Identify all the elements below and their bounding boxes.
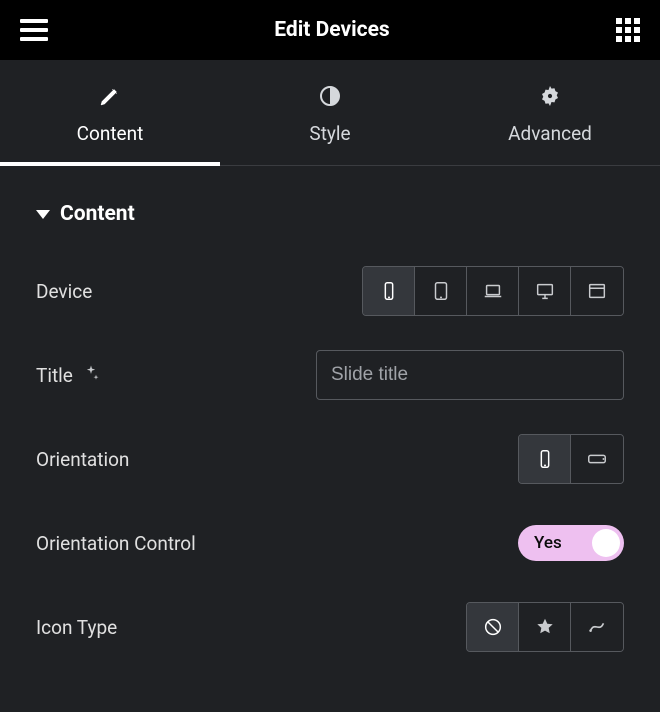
tab-label: Style: [309, 122, 350, 145]
icon-type-lottie[interactable]: [571, 603, 623, 651]
window-icon: [586, 280, 608, 302]
label-device: Device: [36, 280, 92, 303]
orientation-control-toggle[interactable]: Yes: [518, 525, 624, 561]
tab-label: Content: [77, 122, 144, 145]
title-input[interactable]: [316, 350, 624, 400]
tab-advanced[interactable]: Advanced: [440, 60, 660, 165]
device-laptop[interactable]: [467, 267, 519, 315]
label-orientation-control: Orientation Control: [36, 532, 196, 555]
gear-icon: [538, 84, 562, 108]
section-toggle[interactable]: Content: [36, 202, 624, 226]
row-device: Device: [36, 266, 624, 316]
row-title: Title: [36, 350, 624, 400]
label-icon-type: Icon Type: [36, 616, 117, 639]
lottie-icon: [586, 616, 608, 638]
section-title: Content: [60, 202, 135, 226]
desktop-icon: [534, 280, 556, 302]
apps-grid-icon[interactable]: [616, 18, 640, 42]
tablet-icon: [430, 280, 452, 302]
icon-type-options: [466, 602, 624, 652]
tab-label: Advanced: [508, 122, 592, 145]
toggle-label: Yes: [534, 533, 562, 553]
section-content: Content Device Title: [0, 166, 660, 652]
phone-icon: [378, 280, 400, 302]
pencil-icon: [98, 84, 122, 108]
orientation-landscape[interactable]: [571, 435, 623, 483]
icon-type-icon[interactable]: [519, 603, 571, 651]
ban-icon: [482, 616, 504, 638]
tabs: Content Style Advanced: [0, 60, 660, 166]
device-tablet[interactable]: [415, 267, 467, 315]
landscape-icon: [586, 448, 608, 470]
panel-title: Edit Devices: [274, 18, 389, 42]
label-orientation: Orientation: [36, 448, 129, 471]
icon-type-none[interactable]: [467, 603, 519, 651]
device-phone[interactable]: [363, 267, 415, 315]
device-desktop[interactable]: [519, 267, 571, 315]
tab-content[interactable]: Content: [0, 60, 220, 165]
laptop-icon: [482, 280, 504, 302]
caret-down-icon: [36, 210, 50, 219]
contrast-icon: [318, 84, 342, 108]
menu-icon[interactable]: [20, 19, 48, 41]
label-text: Title: [36, 364, 73, 387]
ai-sparkle-icon[interactable]: [81, 363, 101, 388]
row-orientation-control: Orientation Control Yes: [36, 518, 624, 568]
row-icon-type: Icon Type: [36, 602, 624, 652]
orientation-options: [518, 434, 624, 484]
label-title: Title: [36, 363, 101, 388]
topbar: Edit Devices: [0, 0, 660, 60]
tab-style[interactable]: Style: [220, 60, 440, 165]
device-window[interactable]: [571, 267, 623, 315]
star-icon: [534, 616, 556, 638]
toggle-knob: [592, 529, 620, 557]
portrait-icon: [534, 448, 556, 470]
row-orientation: Orientation: [36, 434, 624, 484]
device-options: [362, 266, 624, 316]
orientation-portrait[interactable]: [519, 435, 571, 483]
